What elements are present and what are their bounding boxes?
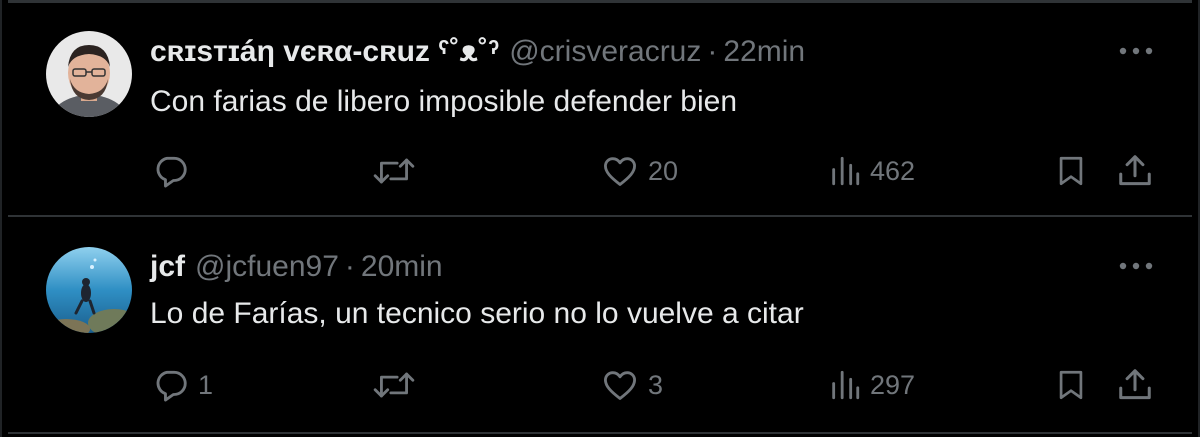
share-icon (1119, 369, 1151, 400)
views-icon (832, 156, 860, 186)
separator-dot: · (707, 35, 718, 68)
reply-count: 1 (198, 369, 214, 400)
bookmark-icon (1059, 370, 1083, 400)
tweet-text: Lo de Farías, un tecnico serio no lo vue… (150, 297, 804, 330)
avatar[interactable] (46, 247, 132, 333)
more-icon (1119, 47, 1153, 55)
views-count: 462 (870, 155, 916, 186)
tweet[interactable]: ᴄʀɪsᴛɪáη ᴠєʀα-ᴄʀuz ˁ˚ᴥ˚ˀ @crisveracruz ·… (0, 0, 1200, 215)
share-icon (1119, 155, 1151, 186)
tweet-header: jcf @jcfuen97 · 20min (150, 249, 443, 285)
like-count: 20 (648, 155, 679, 186)
action-bar: 1 3 297 (0, 365, 1200, 405)
like-count: 3 (648, 369, 664, 400)
bookmark-button[interactable] (1054, 151, 1088, 191)
user-handle[interactable]: @crisveracruz (509, 34, 701, 70)
retweet-button[interactable] (372, 151, 424, 191)
share-button[interactable] (1116, 151, 1154, 191)
reply-button[interactable] (152, 151, 198, 191)
tweet-feed: ᴄʀɪsᴛɪáη ᴠєʀα-ᴄʀuz ˁ˚ᴥ˚ˀ @crisveracruz ·… (0, 0, 1200, 437)
more-button[interactable] (1116, 36, 1156, 66)
reply-button[interactable]: 1 (152, 365, 213, 405)
more-icon (1119, 262, 1153, 270)
display-name[interactable]: jcf (150, 249, 185, 285)
bookmark-icon (1059, 156, 1083, 186)
views-count: 297 (870, 369, 916, 400)
user-handle[interactable]: @jcfuen97 (195, 249, 339, 285)
bottom-divider (8, 432, 1192, 434)
more-button[interactable] (1116, 251, 1156, 281)
timestamp[interactable]: 20min (361, 249, 443, 285)
views-button[interactable]: 297 (828, 365, 915, 405)
tweet[interactable]: jcf @jcfuen97 · 20min Lo de Farías, un t… (0, 217, 1200, 432)
reply-icon (156, 370, 187, 402)
avatar[interactable] (46, 31, 132, 117)
views-icon (832, 370, 860, 400)
reply-icon (156, 156, 187, 188)
tweet-header: ᴄʀɪsᴛɪáη ᴠєʀα-ᴄʀuz ˁ˚ᴥ˚ˀ @crisveracruz ·… (150, 34, 805, 70)
tweet-text: Con farias de libero imposible defender … (150, 85, 738, 118)
retweet-icon (373, 372, 415, 398)
retweet-button[interactable] (372, 365, 424, 405)
bookmark-button[interactable] (1054, 365, 1088, 405)
display-name[interactable]: ᴄʀɪsᴛɪáη ᴠєʀα-ᴄʀuz ˁ˚ᴥ˚ˀ (150, 34, 499, 70)
timestamp[interactable]: 22min (723, 34, 805, 70)
views-button[interactable]: 462 (828, 151, 915, 191)
like-button[interactable]: 3 (600, 365, 663, 405)
separator-dot: · (344, 250, 355, 283)
action-bar: 20 462 (0, 151, 1200, 191)
retweet-icon (373, 158, 415, 184)
heart-icon (604, 371, 636, 400)
heart-icon (604, 157, 636, 186)
like-button[interactable]: 20 (600, 151, 678, 191)
share-button[interactable] (1116, 365, 1154, 405)
